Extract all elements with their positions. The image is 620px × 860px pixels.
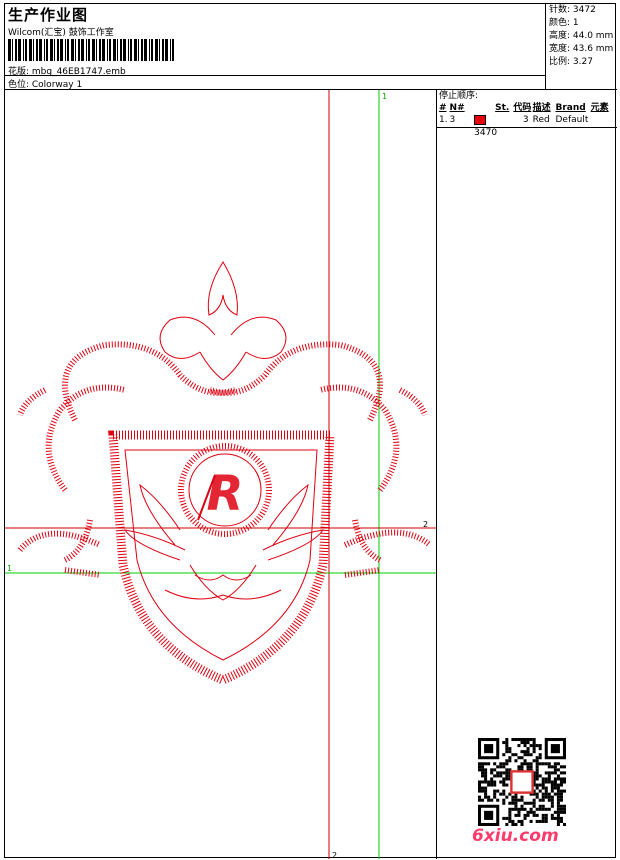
row-brand: Default (555, 115, 589, 125)
guide-label-left: 1 (7, 564, 12, 573)
col-desc: 描述 (532, 103, 551, 113)
row-index: 1. (439, 115, 448, 125)
guide-label-bottom: 2 (332, 851, 337, 859)
table-row: 1. 3 3470 3 Red Default (437, 114, 617, 138)
col-needle: N# (449, 103, 465, 113)
stat-width: 宽度: 43.6 mm (549, 44, 614, 54)
company-name: Wilcom(汇宝) 鼓饰工作室 (8, 28, 114, 38)
stop-sequence-header: # N# St. 代码 描述 Brand 元素 (437, 102, 617, 114)
crest-design: R (17, 261, 432, 685)
col-code: 代码 (513, 103, 532, 113)
design-canvas: R 1 2 2 1 (5, 90, 437, 859)
col-element: 元素 (590, 103, 609, 113)
col-brand: Brand (555, 103, 586, 113)
color-swatch (474, 114, 487, 125)
production-sheet: 生产作业图 Wilcom(汇宝) 鼓饰工作室 花版: mbg_46EB1747.… (4, 3, 617, 859)
stat-height: 高度: 44.0 mm (549, 31, 614, 41)
sheet-title: 生产作业图 (8, 6, 89, 24)
guide-label-right: 2 (423, 520, 428, 529)
row-code: 3 (522, 115, 529, 125)
stats-panel: 针数: 3472 颜色: 1 高度: 44.0 mm 宽度: 43.6 mm 比… (545, 4, 617, 90)
header-divider (5, 75, 545, 76)
col-index: # (439, 103, 447, 113)
sheet-header: 生产作业图 Wilcom(汇宝) 鼓饰工作室 花版: mbg_46EB1747.… (5, 4, 617, 90)
watermark: 6xiu.com (472, 826, 559, 846)
row-needle: 3 (449, 115, 456, 125)
stat-stitches: 针数: 3472 (549, 5, 596, 15)
row-element (591, 114, 617, 127)
monogram: R (207, 466, 244, 522)
stop-sequence-caption: 停止顺序: (439, 91, 479, 101)
col-stitches: St. (495, 103, 510, 113)
row-stitches: 3470 (474, 114, 509, 138)
embroidery-design: R 1 2 2 1 (5, 90, 436, 859)
barcode (8, 39, 174, 61)
colorway-label: 色位: Colorway 1 (8, 80, 83, 90)
guide-label-top: 1 (382, 92, 387, 101)
row-stitch-count: 3470 (474, 128, 498, 138)
stat-scale: 比例: 3.27 (549, 57, 593, 67)
row-desc: Red (532, 115, 550, 125)
qr-code (478, 738, 566, 826)
stat-colors: 颜色: 1 (549, 18, 579, 28)
